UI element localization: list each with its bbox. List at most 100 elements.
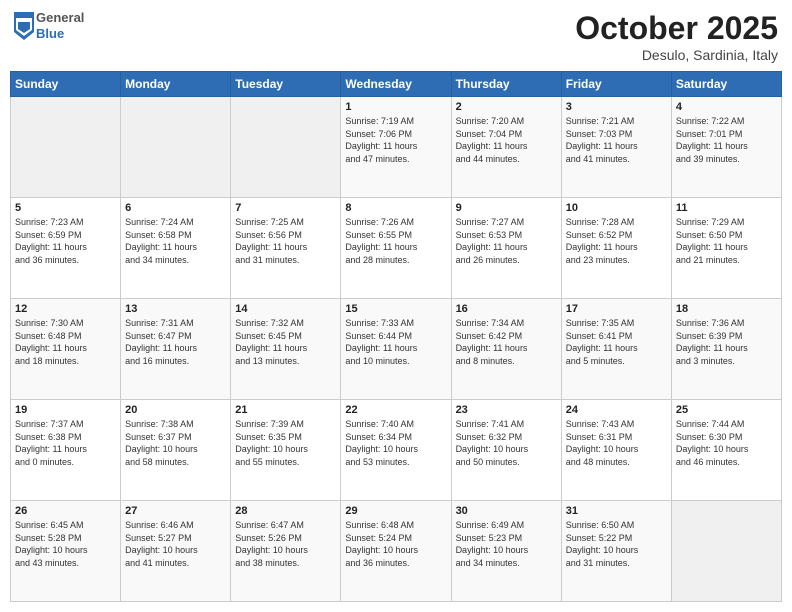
day-number: 24	[566, 404, 667, 416]
day-info: Sunrise: 7:39 AM Sunset: 6:35 PM Dayligh…	[235, 418, 336, 468]
day-cell-4-4: 30 Sunrise: 6:49 AM Sunset: 5:23 PM Dayli…	[451, 501, 561, 602]
calendar-table: Sunday Monday Tuesday Wednesday Thursday…	[10, 71, 782, 602]
day-number: 20	[125, 404, 226, 416]
day-cell-1-2: 7 Sunrise: 7:25 AM Sunset: 6:56 PM Daylig…	[231, 198, 341, 299]
day-number: 11	[676, 202, 777, 214]
day-cell-4-5: 31 Sunrise: 6:50 AM Sunset: 5:22 PM Dayli…	[561, 501, 671, 602]
day-info: Sunrise: 7:36 AM Sunset: 6:39 PM Dayligh…	[676, 317, 777, 367]
col-monday: Monday	[121, 72, 231, 97]
day-info: Sunrise: 7:28 AM Sunset: 6:52 PM Dayligh…	[566, 216, 667, 266]
subtitle: Desulo, Sardinia, Italy	[575, 47, 778, 63]
day-cell-2-0: 12 Sunrise: 7:30 AM Sunset: 6:48 PM Dayli…	[11, 299, 121, 400]
day-number: 30	[456, 505, 557, 517]
day-cell-3-4: 23 Sunrise: 7:41 AM Sunset: 6:32 PM Dayli…	[451, 400, 561, 501]
day-cell-3-0: 19Sunrise: 7:37 AM Sunset: 6:38 PM Dayli…	[11, 400, 121, 501]
day-info: Sunrise: 7:24 AM Sunset: 6:58 PM Dayligh…	[125, 216, 226, 266]
day-cell-4-3: 29Sunrise: 6:48 AM Sunset: 5:24 PM Dayli…	[341, 501, 451, 602]
day-number: 7	[235, 202, 336, 214]
day-info: Sunrise: 7:20 AM Sunset: 7:04 PM Dayligh…	[456, 115, 557, 165]
day-number: 8	[345, 202, 446, 214]
day-cell-0-6: 4 Sunrise: 7:22 AM Sunset: 7:01 PM Daylig…	[671, 97, 781, 198]
logo: General Blue	[14, 10, 84, 41]
day-number: 29	[345, 505, 446, 517]
day-number: 9	[456, 202, 557, 214]
day-cell-0-2	[231, 97, 341, 198]
day-info: Sunrise: 7:30 AM Sunset: 6:48 PM Dayligh…	[15, 317, 116, 367]
day-number: 13	[125, 303, 226, 315]
day-info: Sunrise: 7:32 AM Sunset: 6:45 PM Dayligh…	[235, 317, 336, 367]
day-cell-0-4: 2 Sunrise: 7:20 AM Sunset: 7:04 PM Daylig…	[451, 97, 561, 198]
day-info: Sunrise: 7:43 AM Sunset: 6:31 PM Dayligh…	[566, 418, 667, 468]
day-info: Sunrise: 7:27 AM Sunset: 6:53 PM Dayligh…	[456, 216, 557, 266]
day-number: 10	[566, 202, 667, 214]
day-cell-2-3: 15 Sunrise: 7:33 AM Sunset: 6:44 PM Dayli…	[341, 299, 451, 400]
day-info: Sunrise: 7:41 AM Sunset: 6:32 PM Dayligh…	[456, 418, 557, 468]
title-section: October 2025 Desulo, Sardinia, Italy	[575, 10, 778, 63]
day-cell-0-1	[121, 97, 231, 198]
day-number: 5	[15, 202, 116, 214]
day-cell-3-2: 21 Sunrise: 7:39 AM Sunset: 6:35 PM Dayli…	[231, 400, 341, 501]
day-number: 23	[456, 404, 557, 416]
day-cell-4-2: 28 Sunrise: 6:47 AM Sunset: 5:26 PM Dayli…	[231, 501, 341, 602]
day-number: 28	[235, 505, 336, 517]
day-info: Sunrise: 6:46 AM Sunset: 5:27 PM Dayligh…	[125, 519, 226, 569]
day-cell-1-0: 5 Sunrise: 7:23 AM Sunset: 6:59 PM Daylig…	[11, 198, 121, 299]
day-number: 4	[676, 101, 777, 113]
day-info: Sunrise: 7:23 AM Sunset: 6:59 PM Dayligh…	[15, 216, 116, 266]
day-cell-0-0	[11, 97, 121, 198]
day-number: 17	[566, 303, 667, 315]
col-thursday: Thursday	[451, 72, 561, 97]
day-info: Sunrise: 7:44 AM Sunset: 6:30 PM Dayligh…	[676, 418, 777, 468]
day-cell-4-6	[671, 501, 781, 602]
day-info: Sunrise: 6:47 AM Sunset: 5:26 PM Dayligh…	[235, 519, 336, 569]
day-info: Sunrise: 7:25 AM Sunset: 6:56 PM Dayligh…	[235, 216, 336, 266]
day-number: 25	[676, 404, 777, 416]
day-number: 15	[345, 303, 446, 315]
day-cell-0-5: 3Sunrise: 7:21 AM Sunset: 7:03 PM Daylig…	[561, 97, 671, 198]
day-number: 14	[235, 303, 336, 315]
day-info: Sunrise: 6:49 AM Sunset: 5:23 PM Dayligh…	[456, 519, 557, 569]
logo-icon	[14, 12, 34, 40]
day-cell-2-1: 13 Sunrise: 7:31 AM Sunset: 6:47 PM Dayli…	[121, 299, 231, 400]
day-cell-1-4: 9 Sunrise: 7:27 AM Sunset: 6:53 PM Daylig…	[451, 198, 561, 299]
week-row-4: 26Sunrise: 6:45 AM Sunset: 5:28 PM Dayli…	[11, 501, 782, 602]
day-cell-1-5: 10 Sunrise: 7:28 AM Sunset: 6:52 PM Dayli…	[561, 198, 671, 299]
week-row-2: 12 Sunrise: 7:30 AM Sunset: 6:48 PM Dayli…	[11, 299, 782, 400]
day-info: Sunrise: 7:35 AM Sunset: 6:41 PM Dayligh…	[566, 317, 667, 367]
day-cell-4-1: 27Sunrise: 6:46 AM Sunset: 5:27 PM Dayli…	[121, 501, 231, 602]
calendar-body: 1Sunrise: 7:19 AM Sunset: 7:06 PM Daylig…	[11, 97, 782, 602]
week-row-3: 19Sunrise: 7:37 AM Sunset: 6:38 PM Dayli…	[11, 400, 782, 501]
day-info: Sunrise: 6:50 AM Sunset: 5:22 PM Dayligh…	[566, 519, 667, 569]
day-number: 2	[456, 101, 557, 113]
page: General Blue October 2025 Desulo, Sardin…	[0, 0, 792, 612]
day-info: Sunrise: 7:31 AM Sunset: 6:47 PM Dayligh…	[125, 317, 226, 367]
day-number: 16	[456, 303, 557, 315]
logo-general-text: General	[36, 10, 84, 26]
day-number: 3	[566, 101, 667, 113]
day-cell-3-5: 24 Sunrise: 7:43 AM Sunset: 6:31 PM Dayli…	[561, 400, 671, 501]
day-info: Sunrise: 7:37 AM Sunset: 6:38 PM Dayligh…	[15, 418, 116, 468]
header-row: Sunday Monday Tuesday Wednesday Thursday…	[11, 72, 782, 97]
day-number: 12	[15, 303, 116, 315]
day-info: Sunrise: 7:38 AM Sunset: 6:37 PM Dayligh…	[125, 418, 226, 468]
day-info: Sunrise: 7:33 AM Sunset: 6:44 PM Dayligh…	[345, 317, 446, 367]
day-info: Sunrise: 7:22 AM Sunset: 7:01 PM Dayligh…	[676, 115, 777, 165]
day-cell-3-1: 20 Sunrise: 7:38 AM Sunset: 6:37 PM Dayli…	[121, 400, 231, 501]
day-cell-4-0: 26Sunrise: 6:45 AM Sunset: 5:28 PM Dayli…	[11, 501, 121, 602]
day-number: 26	[15, 505, 116, 517]
header: General Blue October 2025 Desulo, Sardin…	[10, 10, 782, 63]
col-friday: Friday	[561, 72, 671, 97]
day-cell-2-5: 17 Sunrise: 7:35 AM Sunset: 6:41 PM Dayli…	[561, 299, 671, 400]
col-tuesday: Tuesday	[231, 72, 341, 97]
day-cell-2-2: 14 Sunrise: 7:32 AM Sunset: 6:45 PM Dayli…	[231, 299, 341, 400]
logo-blue-text: Blue	[36, 26, 84, 42]
day-cell-2-6: 18 Sunrise: 7:36 AM Sunset: 6:39 PM Dayli…	[671, 299, 781, 400]
day-number: 21	[235, 404, 336, 416]
week-row-0: 1Sunrise: 7:19 AM Sunset: 7:06 PM Daylig…	[11, 97, 782, 198]
logo-text: General Blue	[36, 10, 84, 41]
day-number: 18	[676, 303, 777, 315]
col-saturday: Saturday	[671, 72, 781, 97]
day-number: 31	[566, 505, 667, 517]
day-info: Sunrise: 7:29 AM Sunset: 6:50 PM Dayligh…	[676, 216, 777, 266]
day-info: Sunrise: 7:19 AM Sunset: 7:06 PM Dayligh…	[345, 115, 446, 165]
